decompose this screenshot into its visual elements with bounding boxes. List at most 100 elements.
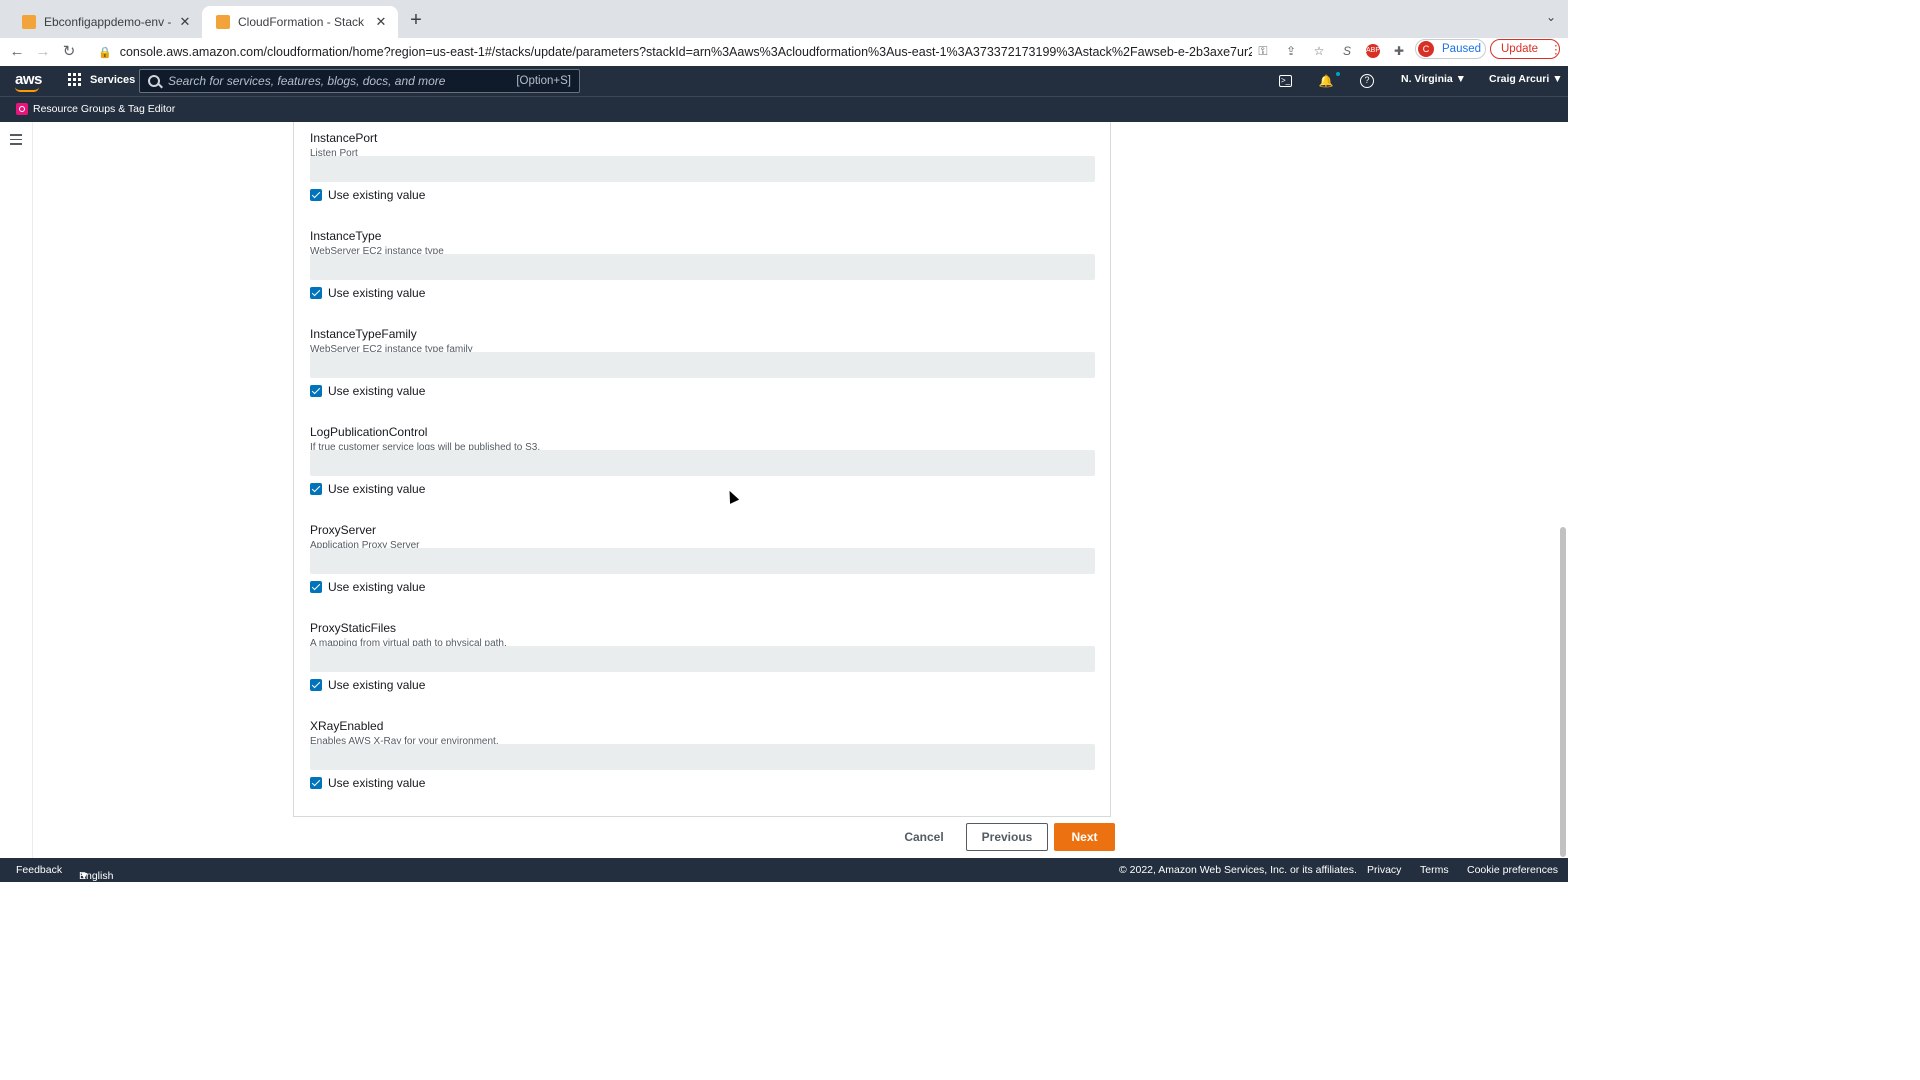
parameter-input	[310, 352, 1095, 378]
tab-title: Ebconfigappdemo-env - Dashb	[44, 15, 172, 29]
resource-groups-icon	[16, 103, 28, 115]
search-input[interactable]: Search for services, features, blogs, do…	[139, 69, 580, 93]
avatar: C	[1418, 41, 1434, 57]
region-selector[interactable]: N. Virginia ▼	[1401, 73, 1466, 85]
cloudshell-icon[interactable]: >_	[1279, 75, 1292, 87]
extensions-puzzle-icon[interactable]: ✚	[1390, 42, 1408, 60]
use-existing-checkbox[interactable]: Use existing value	[310, 384, 425, 398]
checkbox-checked-icon[interactable]	[310, 385, 322, 397]
copyright-text: © 2022, Amazon Web Services, Inc. or its…	[1119, 864, 1357, 876]
profile-button[interactable]: C Paused	[1415, 39, 1486, 59]
url-text: console.aws.amazon.com/cloudformation/ho…	[119, 45, 1252, 59]
parameter-name: InstancePort	[310, 131, 378, 145]
scrollbar-thumb[interactable]	[1560, 527, 1566, 857]
parameter-name: InstanceTypeFamily	[310, 327, 417, 341]
checkbox-label: Use existing value	[328, 286, 426, 300]
tab-title: CloudFormation - Stack awseb	[238, 15, 368, 29]
aws-top-nav: aws Services Search for services, featur…	[0, 66, 1568, 96]
browser-toolbar: ← → ↻ 🔒 console.aws.amazon.com/cloudform…	[0, 38, 1568, 66]
extension-s-icon[interactable]: S	[1338, 42, 1356, 60]
reload-icon[interactable]: ↻	[58, 41, 80, 63]
kebab-menu-icon: ⋮	[1550, 44, 1562, 56]
user-label: Craig Arcuri	[1489, 73, 1550, 85]
feedback-link[interactable]: Feedback	[16, 864, 62, 876]
search-shortcut: [Option+S]	[516, 75, 571, 87]
checkbox-label: Use existing value	[328, 384, 426, 398]
checkbox-checked-icon[interactable]	[310, 581, 322, 593]
new-tab-icon[interactable]: +	[406, 10, 426, 30]
parameter-name: XRayEnabled	[310, 719, 384, 733]
address-bar[interactable]: 🔒 console.aws.amazon.com/cloudformation/…	[92, 40, 1252, 64]
browser-tab-active[interactable]: CloudFormation - Stack awseb ✕	[202, 6, 398, 38]
aws-favicon-icon	[22, 15, 36, 29]
parameter-proxy-static-files: ProxyStaticFiles A mapping from virtual …	[310, 621, 1095, 692]
parameter-input	[310, 548, 1095, 574]
use-existing-checkbox[interactable]: Use existing value	[310, 188, 425, 202]
side-navigation-rail	[0, 122, 33, 858]
checkbox-label: Use existing value	[328, 482, 426, 496]
back-arrow-icon[interactable]: ←	[6, 41, 28, 63]
use-existing-checkbox[interactable]: Use existing value	[310, 678, 425, 692]
services-menu[interactable]: Services	[68, 73, 135, 86]
menu-hamburger-icon[interactable]	[10, 134, 22, 148]
update-button[interactable]: Update ⋮	[1490, 39, 1562, 59]
help-icon[interactable]: ?	[1360, 74, 1374, 88]
parameter-xray-enabled: XRayEnabled Enables AWS X-Ray for your e…	[310, 719, 1095, 790]
parameter-input	[310, 744, 1095, 770]
cookie-preferences-link[interactable]: Cookie preferences	[1467, 864, 1558, 876]
use-existing-checkbox[interactable]: Use existing value	[310, 776, 425, 790]
privacy-link[interactable]: Privacy	[1367, 864, 1401, 876]
bookmark-star-icon[interactable]: ☆	[1310, 42, 1328, 60]
browser-tab-bar: Ebconfigappdemo-env - Dashb ✕ CloudForma…	[0, 0, 1568, 38]
use-existing-checkbox[interactable]: Use existing value	[310, 286, 425, 300]
search-icon	[148, 75, 160, 87]
parameter-name: ProxyServer	[310, 523, 377, 537]
adblock-icon[interactable]: ABP	[1366, 44, 1380, 58]
caret-down-icon: ▼	[1552, 73, 1563, 85]
browser-tab[interactable]: Ebconfigappdemo-env - Dashb ✕	[8, 6, 202, 38]
search-placeholder: Search for services, features, blogs, do…	[168, 74, 446, 88]
profile-status: Paused	[1442, 43, 1482, 55]
bell-icon[interactable]: 🔔	[1318, 73, 1334, 89]
parameter-log-publication-control: LogPublicationControl If true customer s…	[310, 425, 1095, 496]
checkbox-label: Use existing value	[328, 580, 426, 594]
close-tab-icon[interactable]: ✕	[178, 14, 192, 30]
close-tab-icon[interactable]: ✕	[374, 14, 388, 30]
tab-search-chevron-icon[interactable]: ⌄	[1546, 10, 1556, 24]
parameter-instance-type: InstanceType WebServer EC2 instance type…	[310, 229, 1095, 300]
share-icon[interactable]: ⇪	[1282, 42, 1300, 60]
checkbox-label: Use existing value	[328, 776, 426, 790]
checkbox-checked-icon[interactable]	[310, 679, 322, 691]
parameter-name: LogPublicationControl	[310, 425, 428, 439]
services-label: Services	[90, 73, 136, 86]
previous-button[interactable]: Previous	[966, 823, 1048, 851]
favorite-label: Resource Groups & Tag Editor	[33, 103, 176, 115]
parameter-name: ProxyStaticFiles	[310, 621, 397, 635]
update-label: Update	[1501, 43, 1539, 55]
checkbox-label: Use existing value	[328, 188, 426, 202]
checkbox-checked-icon[interactable]	[310, 287, 322, 299]
next-button[interactable]: Next	[1054, 823, 1115, 851]
lock-icon: 🔒	[98, 46, 112, 59]
parameter-input	[310, 156, 1095, 182]
favorite-resource-groups[interactable]: Resource Groups & Tag Editor	[16, 103, 175, 115]
use-existing-checkbox[interactable]: Use existing value	[310, 482, 425, 496]
parameter-name: InstanceType	[310, 229, 382, 243]
aws-favicon-icon	[216, 15, 230, 29]
cancel-button[interactable]: Cancel	[895, 823, 953, 851]
parameter-input	[310, 646, 1095, 672]
forward-arrow-icon[interactable]: →	[32, 41, 54, 63]
checkbox-checked-icon[interactable]	[310, 483, 322, 495]
account-menu[interactable]: Craig Arcuri ▼	[1489, 73, 1563, 85]
use-existing-checkbox[interactable]: Use existing value	[310, 580, 425, 594]
parameter-input	[310, 450, 1095, 476]
caret-down-icon: ▼	[1455, 73, 1467, 85]
key-icon[interactable]: ⚿	[1254, 42, 1272, 60]
parameter-instance-type-family: InstanceTypeFamily WebServer EC2 instanc…	[310, 327, 1095, 398]
checkbox-checked-icon[interactable]	[310, 777, 322, 789]
terms-link[interactable]: Terms	[1420, 864, 1449, 876]
region-label: N. Virginia	[1401, 73, 1453, 85]
console-footer: Feedback English (US) ▼ © 2022, Amazon W…	[0, 858, 1568, 894]
aws-logo[interactable]: aws	[15, 71, 42, 92]
checkbox-checked-icon[interactable]	[310, 189, 322, 201]
